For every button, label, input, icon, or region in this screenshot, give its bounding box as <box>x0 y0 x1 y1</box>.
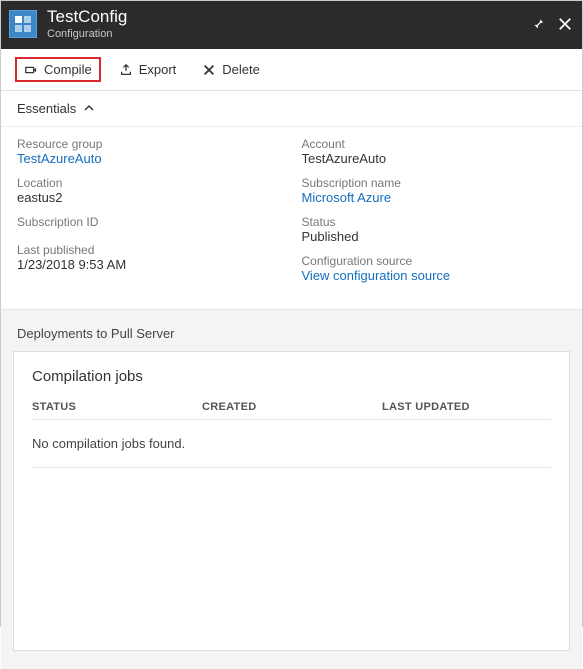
export-icon <box>119 63 133 77</box>
account-label: Account <box>302 137 567 151</box>
location-label: Location <box>17 176 282 190</box>
status-value: Published <box>302 229 567 246</box>
header-actions <box>530 17 572 31</box>
essentials-toggle[interactable]: Essentials <box>1 91 582 127</box>
status-label: Status <box>302 215 567 229</box>
resource-group-link[interactable]: TestAzureAuto <box>17 151 282 168</box>
subscription-name-link[interactable]: Microsoft Azure <box>302 190 567 207</box>
compile-icon <box>24 63 38 77</box>
export-button[interactable]: Export <box>111 58 185 81</box>
location-value: eastus2 <box>17 190 282 207</box>
page-title: TestConfig <box>47 7 530 27</box>
compilation-jobs-card: Compilation jobs STATUS CREATED LAST UPD… <box>13 351 570 651</box>
subscription-name-label: Subscription name <box>302 176 567 190</box>
jobs-table-header: STATUS CREATED LAST UPDATED <box>32 401 551 420</box>
export-label: Export <box>139 62 177 77</box>
column-status[interactable]: STATUS <box>32 401 202 413</box>
delete-label: Delete <box>222 62 260 77</box>
essentials-label: Essentials <box>17 101 76 116</box>
account-value: TestAzureAuto <box>302 151 567 168</box>
compile-label: Compile <box>44 62 92 77</box>
column-last-updated[interactable]: LAST UPDATED <box>382 401 551 413</box>
subscription-name-field: Subscription name Microsoft Azure <box>302 176 567 207</box>
deployments-title: Deployments to Pull Server <box>17 326 566 341</box>
page-subtitle: Configuration <box>47 28 530 41</box>
chevron-up-icon <box>84 101 94 116</box>
config-source-link[interactable]: View configuration source <box>302 268 567 285</box>
compile-button[interactable]: Compile <box>15 57 101 82</box>
column-created[interactable]: CREATED <box>202 401 382 413</box>
last-published-field: Last published 1/23/2018 9:53 AM <box>17 243 282 274</box>
delete-icon <box>202 63 216 77</box>
last-published-value: 1/23/2018 9:53 AM <box>17 257 282 274</box>
jobs-empty-message: No compilation jobs found. <box>32 420 551 468</box>
toolbar: Compile Export Delete <box>1 49 582 91</box>
deployments-section: Deployments to Pull Server Compilation j… <box>1 309 582 669</box>
delete-button[interactable]: Delete <box>194 58 268 81</box>
blade-icon <box>9 10 37 38</box>
location-field: Location eastus2 <box>17 176 282 207</box>
blade-header: TestConfig Configuration <box>1 1 582 49</box>
subscription-id-field: Subscription ID <box>17 215 282 229</box>
resource-group-field: Resource group TestAzureAuto <box>17 137 282 168</box>
config-source-label: Configuration source <box>302 254 567 268</box>
pin-icon[interactable] <box>530 17 544 31</box>
resource-group-label: Resource group <box>17 137 282 151</box>
essentials-panel: Resource group TestAzureAuto Location ea… <box>1 127 582 309</box>
header-titles: TestConfig Configuration <box>47 7 530 41</box>
essentials-right-column: Account TestAzureAuto Subscription name … <box>302 137 567 293</box>
subscription-id-label: Subscription ID <box>17 215 282 229</box>
config-source-field: Configuration source View configuration … <box>302 254 567 285</box>
status-field: Status Published <box>302 215 567 246</box>
compilation-jobs-title: Compilation jobs <box>32 368 551 385</box>
last-published-label: Last published <box>17 243 282 257</box>
essentials-left-column: Resource group TestAzureAuto Location ea… <box>17 137 282 293</box>
close-icon[interactable] <box>558 17 572 31</box>
account-field: Account TestAzureAuto <box>302 137 567 168</box>
